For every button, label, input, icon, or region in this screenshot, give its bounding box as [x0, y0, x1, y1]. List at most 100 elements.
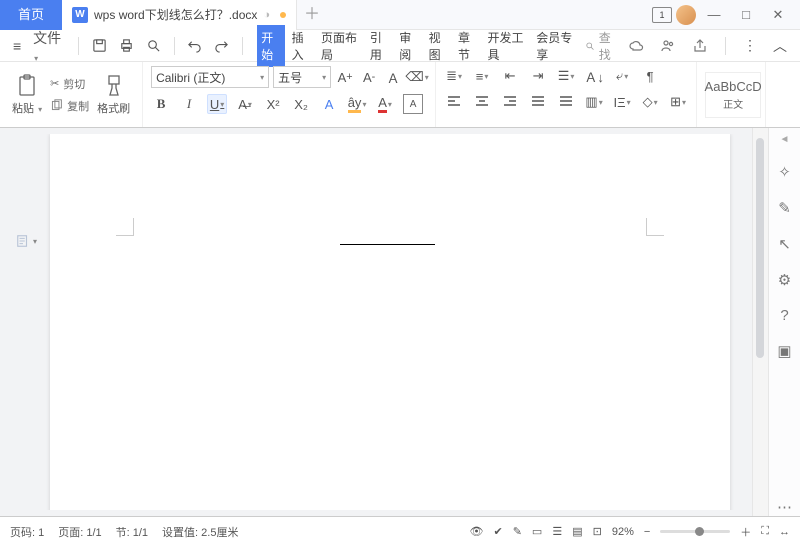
align-left-button[interactable] — [444, 92, 464, 112]
avatar[interactable] — [676, 5, 696, 25]
close-button[interactable]: ✕ — [764, 1, 792, 29]
toolbox-icon[interactable]: ▣ — [777, 342, 791, 360]
scissors-icon: ✂ — [50, 77, 59, 90]
minimize-button[interactable]: ― — [700, 1, 728, 29]
outline-view-icon[interactable]: ▤ — [572, 525, 582, 538]
best-fit-icon[interactable]: ↔ — [779, 526, 790, 538]
scrollbar-thumb[interactable] — [756, 138, 764, 358]
underline-button[interactable]: U▾ — [207, 94, 227, 114]
redo-icon[interactable] — [211, 38, 232, 53]
tab-insert[interactable]: 插入 — [288, 25, 315, 67]
superscript-button[interactable]: X² — [263, 94, 283, 114]
page-layout-view-icon[interactable]: ▭ — [532, 525, 542, 538]
more-icon[interactable]: ⋮ — [740, 37, 760, 54]
margin-mark-icon — [116, 218, 134, 236]
edit-icon[interactable]: ✎ — [778, 199, 791, 217]
strikethrough-button[interactable]: A̶▾ — [235, 94, 255, 114]
numbering-button[interactable]: ≡▾ — [472, 66, 492, 86]
document-name: wps word下划线怎么打？.docx — [94, 6, 257, 23]
tab-start[interactable]: 开始 — [257, 25, 284, 67]
tab-member[interactable]: 会员专享 — [532, 25, 579, 67]
zoom-slider[interactable] — [660, 530, 730, 533]
text-direction-button[interactable]: IΞ▾ — [612, 92, 632, 112]
notification-badge[interactable]: 1 — [652, 7, 672, 23]
web-layout-view-icon[interactable]: ☰ — [552, 525, 562, 538]
spellcheck-icon[interactable]: ✔ — [493, 525, 502, 538]
collapse-ribbon-icon[interactable]: ︿ — [770, 36, 790, 56]
sidepanel-toggle-icon[interactable]: ◄ — [780, 134, 790, 145]
tab-review[interactable]: 审阅 — [395, 25, 422, 67]
status-page-no[interactable]: 页码: 1 — [10, 524, 44, 540]
help-icon[interactable]: ? — [780, 307, 788, 324]
format-painter-button[interactable]: 格式刷 — [93, 72, 134, 118]
font-color-button[interactable]: A▾ — [375, 94, 395, 114]
grow-font-button[interactable]: A+ — [335, 67, 355, 87]
align-center-button[interactable] — [472, 92, 492, 112]
home-tab[interactable]: 首页 — [0, 0, 62, 30]
print-preview-icon[interactable] — [143, 38, 164, 53]
file-menu[interactable]: 文件 ▾ — [30, 28, 67, 64]
share-users-icon[interactable] — [657, 38, 679, 54]
increase-indent-button[interactable]: ⇥ — [528, 66, 548, 86]
highlight-button[interactable]: ây▾ — [347, 94, 367, 114]
status-section[interactable]: 节: 1/1 — [116, 524, 148, 540]
zoom-label[interactable]: 92% — [612, 526, 634, 538]
beautify-icon[interactable]: ✧ — [778, 163, 791, 181]
underline-text — [340, 244, 435, 245]
tab-pagelayout[interactable]: 页面布局 — [317, 25, 364, 67]
maximize-button[interactable]: □ — [732, 1, 760, 29]
page[interactable] — [50, 134, 730, 510]
zoom-out-button[interactable]: − — [644, 526, 650, 538]
undo-icon[interactable] — [184, 38, 205, 53]
cloud-icon[interactable] — [625, 38, 647, 54]
align-right-button[interactable] — [500, 92, 520, 112]
font-name-select[interactable]: Calibri (正文)▾ — [151, 66, 269, 88]
change-case-button[interactable]: Ａ — [383, 67, 403, 87]
line-spacing-button[interactable]: ☰▾ — [556, 66, 576, 86]
pen-mode-icon[interactable]: ✎ — [513, 525, 522, 538]
char-shading-button[interactable]: A — [403, 94, 423, 114]
bullets-button[interactable]: ≣▾ — [444, 66, 464, 86]
fit-page-icon[interactable]: ⊡ — [593, 525, 602, 538]
search-input[interactable]: 查找 — [585, 29, 615, 63]
tab-view[interactable]: 视图 — [425, 25, 452, 67]
distribute-button[interactable] — [556, 92, 576, 112]
status-position[interactable]: 设置值: 2.5厘米 — [162, 524, 238, 540]
copy-button[interactable]: 复制 — [50, 98, 89, 114]
paragraph-marks-button[interactable]: ¶ — [640, 66, 660, 86]
tab-devtools[interactable]: 开发工具 — [483, 25, 530, 67]
app-menu-icon[interactable]: ≡ — [10, 38, 24, 54]
zoom-in-button[interactable]: ＋ — [740, 524, 751, 540]
outline-handle-icon[interactable]: ▾ — [16, 234, 37, 248]
font-size-select[interactable]: 五号▾ — [273, 66, 331, 88]
shrink-font-button[interactable]: A- — [359, 67, 379, 87]
subscript-button[interactable]: X₂ — [291, 94, 311, 114]
text-effects-button[interactable]: A — [319, 94, 339, 114]
bold-button[interactable]: B — [151, 94, 171, 114]
fullscreen-icon[interactable]: ⛶ — [761, 525, 769, 538]
italic-button[interactable]: I — [179, 94, 199, 114]
align-justify-button[interactable] — [528, 92, 548, 112]
tab-references[interactable]: 引用 — [366, 25, 393, 67]
columns-button[interactable]: ▥▾ — [584, 92, 604, 112]
paste-button[interactable]: 粘贴 ▾ — [8, 72, 46, 118]
select-icon[interactable]: ↖ — [778, 235, 791, 253]
tab-section[interactable]: 章节 — [454, 25, 481, 67]
export-icon[interactable] — [689, 38, 711, 54]
shading-button[interactable]: ◇▾ — [640, 92, 660, 112]
vertical-scrollbar[interactable] — [752, 128, 768, 516]
settings-slider-icon[interactable]: ⚙ — [778, 271, 791, 289]
cut-button[interactable]: ✂剪切 — [50, 76, 89, 92]
borders-button[interactable]: ⊞▾ — [668, 92, 688, 112]
decrease-indent-button[interactable]: ⇤ — [500, 66, 520, 86]
style-normal[interactable]: AaBbCcD 正文 — [705, 72, 761, 118]
show-marks-button[interactable]: ⤶▾ — [612, 66, 632, 86]
sort-button[interactable]: Ａ↓ — [584, 66, 604, 86]
print-icon[interactable] — [116, 38, 137, 53]
status-page-of[interactable]: 页面: 1/1 — [58, 524, 101, 540]
document-canvas[interactable]: ▾ — [10, 134, 748, 510]
save-icon[interactable] — [89, 38, 110, 53]
more-panels-icon[interactable]: ⋯ — [777, 498, 792, 516]
clear-format-button[interactable]: ⌫▾ — [407, 67, 427, 87]
reading-view-icon[interactable]: 👁 — [470, 525, 484, 538]
